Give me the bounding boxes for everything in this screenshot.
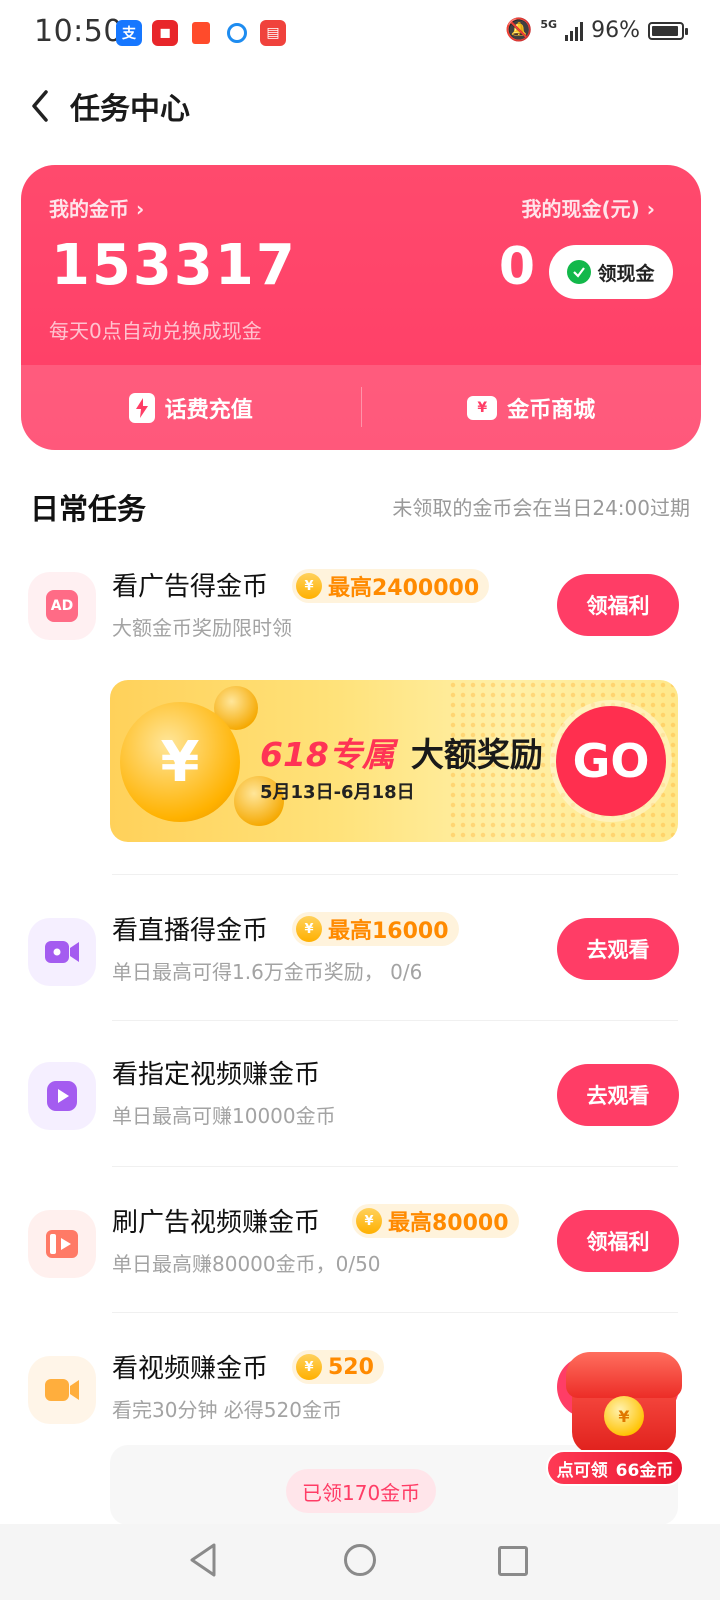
claim-benefit-button[interactable]: 领福利 (557, 1210, 679, 1272)
wallet-actions: 话费充值 ¥ 金币商城 (21, 365, 701, 450)
banner-dates: 5月13日-6月18日 (260, 782, 415, 803)
ticket-icon: ¥ (467, 395, 498, 420)
back-arrow-icon[interactable] (26, 86, 56, 126)
system-status: 🔕 5G 96% (505, 18, 688, 43)
banner-headline: 618专属 大额奖励 (260, 728, 543, 776)
play-icon (28, 1062, 96, 1130)
wechat-check-icon (567, 260, 592, 284)
coin-icon: ¥ (604, 1396, 644, 1436)
withdraw-cash-label: 领现金 (597, 262, 655, 285)
coin-badge: ¥ 520 (292, 1350, 384, 1384)
task-title: 刷广告视频赚金币 (112, 1208, 321, 1238)
divider (112, 1166, 678, 1167)
coin-icon: ¥ (296, 1354, 322, 1380)
my-cash-label: 我的现金(元) (521, 197, 640, 221)
banner-highlight: 618专属 (260, 735, 395, 774)
chevron-right-icon: › (646, 197, 655, 221)
chevron-right-icon: › (135, 197, 145, 221)
floating-red-packet[interactable]: ¥ 点可领 66金币 (546, 1346, 692, 1486)
task-title: 看视频赚金币 (112, 1354, 269, 1384)
nav-back-icon[interactable] (188, 1542, 218, 1578)
task-title: 看广告得金币 (112, 572, 269, 602)
phone-recharge-button[interactable]: 话费充值 (21, 365, 361, 450)
divider (112, 874, 678, 875)
coin-badge: ¥ 最高16000 (292, 912, 459, 946)
page-title: 任务中心 (70, 92, 190, 127)
task-title: 看直播得金币 (112, 916, 269, 946)
my-coins-link[interactable]: 我的金币 › (49, 193, 144, 222)
coin-mall-label: 金币商城 (507, 397, 596, 423)
my-coins-label: 我的金币 (49, 197, 129, 221)
task-subtitle: 单日最高可得1.6万金币奖励， 0/6 (112, 960, 423, 984)
mute-bell-icon: 🔕 (505, 18, 533, 43)
battery-percent: 96% (591, 18, 640, 43)
notification-icons: 支 ◼ ▤ (116, 20, 286, 46)
video-ad-icon (28, 1210, 96, 1278)
system-nav-bar (0, 1524, 720, 1600)
daily-tasks-title: 日常任务 (30, 492, 147, 526)
promo-banner[interactable]: ¥ 618专属 大额奖励 5月13日-6月18日 GO (110, 680, 678, 842)
divider (112, 1020, 678, 1021)
badge-label: 最高80000 (388, 1211, 509, 1236)
reward-prefix: 点可领 (556, 1460, 608, 1481)
reward-amount: 66金币 (615, 1460, 674, 1481)
go-button[interactable]: GO (556, 706, 666, 816)
coin-badge: ¥ 最高2400000 (292, 569, 490, 603)
claimed-coins-pill: 已领170金币 (286, 1469, 437, 1513)
browser-app-icon (224, 20, 250, 46)
page-header: 任务中心 (0, 70, 720, 140)
phone-recharge-label: 话费充值 (164, 397, 253, 423)
claim-benefit-button[interactable]: 领福利 (557, 574, 679, 636)
watch-button[interactable]: 去观看 (557, 918, 679, 980)
coin-badge: ¥ 最高80000 (352, 1204, 519, 1238)
badge-label: 最高16000 (328, 919, 449, 944)
cash-balance: 0 (498, 237, 535, 297)
alipay-app-icon: 支 (116, 20, 142, 46)
floating-reward-label: 点可领 66金币 (546, 1450, 684, 1486)
nav-home-icon[interactable] (344, 1544, 376, 1576)
task-subtitle: 单日最高可赚10000金币 (112, 1104, 336, 1128)
withdraw-cash-button[interactable]: 领现金 (549, 245, 673, 299)
task-title: 看指定视频赚金币 (112, 1060, 321, 1090)
battery-icon (648, 21, 688, 40)
ad-icon: AD (28, 572, 96, 640)
coin-balance: 153317 (51, 233, 297, 298)
watch-button[interactable]: 去观看 (557, 1064, 679, 1126)
shopping-app-icon: ◼ (152, 20, 178, 46)
expiry-note: 未领取的金币会在当日24:00过期 (392, 496, 690, 520)
badge-label: 520 (328, 1354, 374, 1380)
yuan-coin-icon: ¥ (120, 702, 240, 822)
task-subtitle: 大额金币奖励限时领 (112, 616, 292, 640)
live-camera-icon (28, 918, 96, 986)
status-time: 10:50 (34, 14, 123, 49)
book-app-icon: ▤ (260, 20, 286, 46)
task-subtitle: 单日最高赚80000金币，0/50 (112, 1252, 381, 1276)
lightning-icon (128, 392, 155, 423)
coin-exchange-note: 每天0点自动兑换成现金 (49, 319, 262, 343)
task-subtitle: 看完30分钟 必得520金币 (112, 1398, 342, 1422)
badge-label: 最高2400000 (328, 576, 480, 601)
divider (112, 1312, 678, 1313)
status-bar: 10:50 支 ◼ ▤ 🔕 5G 96% (0, 0, 720, 70)
wallet-card: 我的金币 › 153317 每天0点自动兑换成现金 我的现金(元) › 0 领现… (21, 165, 701, 450)
signal-icon (565, 21, 584, 41)
network-label: 5G (540, 18, 558, 31)
coin-mall-button[interactable]: ¥ 金币商城 (362, 365, 702, 450)
nav-recents-icon[interactable] (498, 1546, 528, 1576)
video-camera-icon (28, 1356, 96, 1424)
red-packet-lid (566, 1352, 682, 1398)
coin-icon: ¥ (296, 573, 322, 599)
my-cash-link[interactable]: 我的现金(元) › (522, 193, 656, 222)
redpacket-app-icon (188, 20, 214, 46)
coin-icon: ¥ (296, 916, 322, 942)
banner-title: 大额奖励 (410, 735, 543, 774)
coin-icon: ¥ (356, 1208, 382, 1234)
